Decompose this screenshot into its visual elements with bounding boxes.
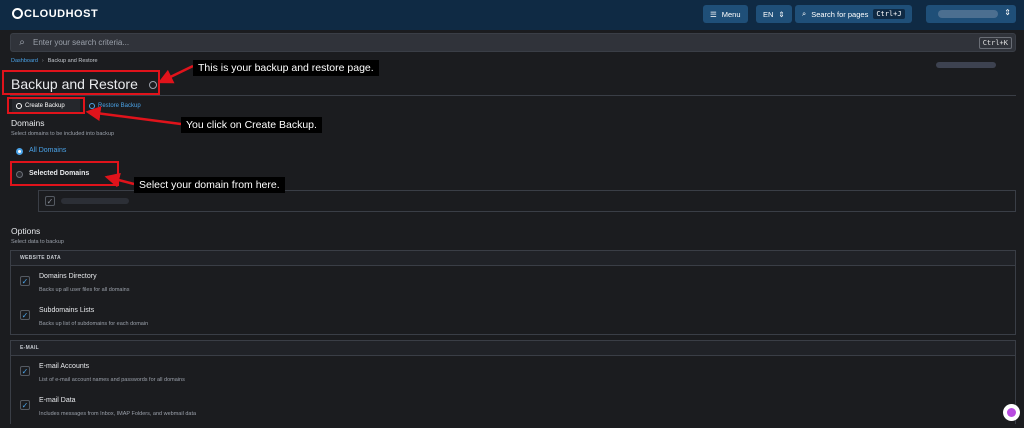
- annotation-page-note: This is your backup and restore page.: [193, 60, 379, 76]
- annotation-domain-note: Select your domain from here.: [134, 177, 285, 193]
- annotation-arrows: [85, 64, 194, 188]
- annotation-create-note: You click on Create Backup.: [181, 117, 322, 133]
- assistant-icon: [1007, 408, 1016, 417]
- assistant-button[interactable]: [1003, 404, 1020, 421]
